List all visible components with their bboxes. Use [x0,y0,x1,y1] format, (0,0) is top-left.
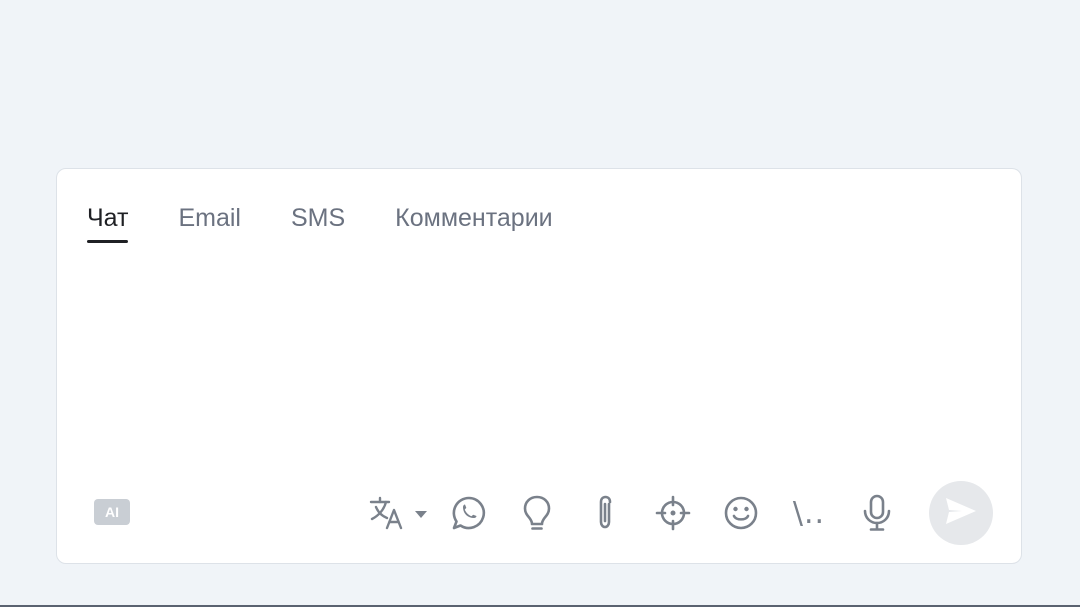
microphone-icon [861,493,893,533]
suggestion-button[interactable] [515,491,559,535]
channel-tabs: Чат Email SMS Комментарии [87,203,603,243]
paperclip-icon [592,493,618,533]
location-button[interactable] [651,491,695,535]
send-icon [944,496,978,531]
translate-icon [367,493,433,533]
message-composer: Чат Email SMS Комментарии AI \.. [56,168,1022,564]
attach-button[interactable] [583,491,627,535]
send-button[interactable] [929,481,993,545]
smiley-icon [723,495,759,531]
commands-button[interactable]: \.. [787,491,831,535]
tab-chat[interactable]: Чат [87,203,129,243]
lightbulb-icon [521,494,553,532]
crosshair-icon [655,495,691,531]
tab-email[interactable]: Email [178,203,241,241]
composer-toolbar: \.. [367,481,923,545]
voice-record-button[interactable] [855,491,899,535]
tab-comments[interactable]: Комментарии [395,203,552,241]
tab-sms[interactable]: SMS [291,203,345,241]
emoji-button[interactable] [719,491,763,535]
translate-button[interactable] [367,491,433,535]
ai-assistant-button[interactable]: AI [94,499,130,525]
message-input[interactable] [87,259,991,473]
whatsapp-icon [450,494,488,532]
whatsapp-button[interactable] [447,491,491,535]
commands-icon: \.. [792,495,826,531]
